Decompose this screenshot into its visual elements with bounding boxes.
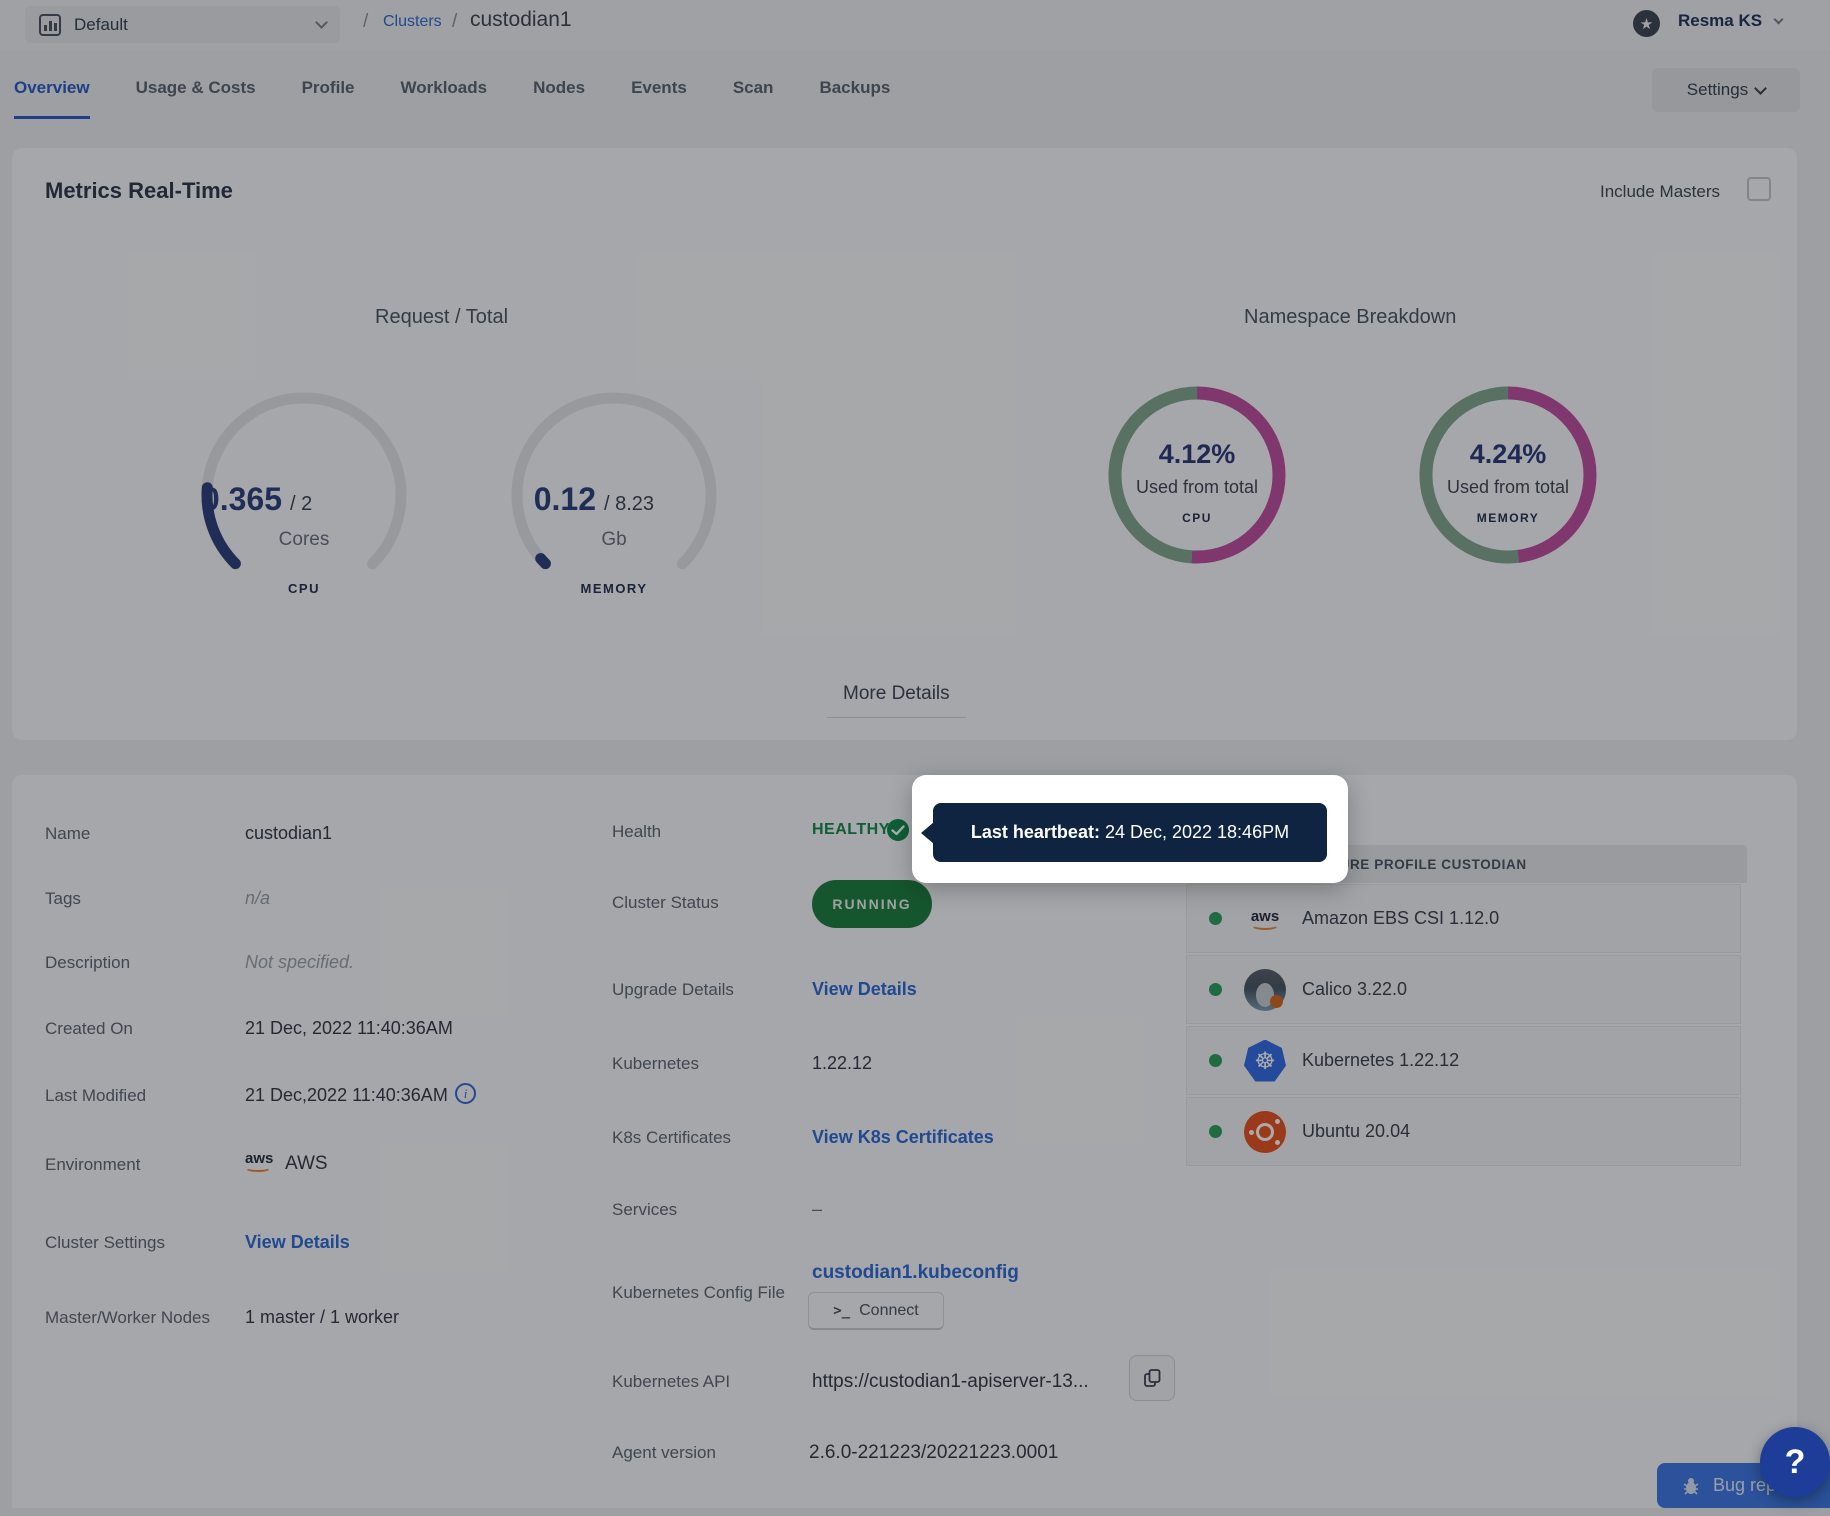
help-label: ? xyxy=(1785,1443,1806,1482)
tooltip-text: 24 Dec, 2022 18:46PM xyxy=(1100,822,1289,843)
help-button[interactable]: ? xyxy=(1760,1427,1830,1497)
last-heartbeat-tooltip: Last heartbeat: 24 Dec, 2022 18:46PM xyxy=(933,803,1327,862)
tooltip-arrow-left xyxy=(921,822,934,844)
tour-dim-overlay[interactable] xyxy=(0,0,1830,1516)
tooltip-bold-text: Last heartbeat: xyxy=(971,822,1100,843)
